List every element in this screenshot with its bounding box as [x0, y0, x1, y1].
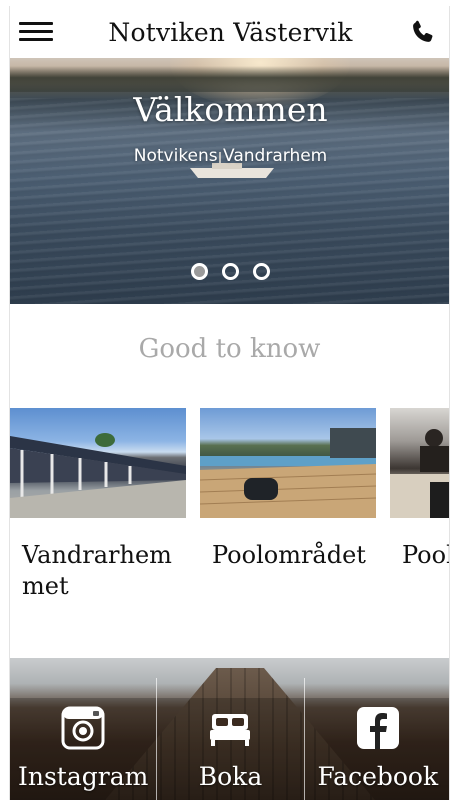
section-title: Good to know — [138, 334, 321, 364]
facebook-icon — [356, 707, 399, 749]
card-image — [390, 408, 449, 518]
card-label: Vandrarhem met — [22, 541, 172, 600]
app-frame: Notviken Västervik Välkommen Notvikens V… — [9, 6, 450, 800]
slider-dot-2[interactable] — [222, 263, 239, 280]
tab-label: Facebook — [317, 762, 439, 791]
card-vandrarhemmet[interactable]: Vandrarhem met — [10, 408, 186, 602]
card-image — [200, 408, 376, 518]
hero-subtitle: Notvikens Vandrarhem — [133, 146, 328, 166]
slider-pagination — [10, 263, 449, 280]
bed-icon — [210, 714, 251, 746]
tab-label: Instagram — [18, 762, 149, 791]
tab-instagram[interactable]: Instagram — [10, 678, 158, 800]
tab-boka[interactable]: Boka — [157, 678, 305, 800]
hostel-building-image — [10, 433, 186, 518]
bottom-tabs: Instagram Boka Facebook — [10, 678, 449, 800]
hero-title: Välkommen — [133, 90, 328, 129]
bottom-bar: Instagram Boka Facebook — [10, 658, 449, 800]
card-image — [10, 408, 186, 518]
pool-bar-image — [390, 429, 449, 518]
card-label: Pool — [402, 541, 450, 569]
slider-dot-1[interactable] — [191, 263, 208, 280]
info-carousel[interactable]: Vandrarhem met Poolområdet Pool — [10, 408, 450, 618]
phone-icon[interactable] — [409, 18, 437, 46]
slider-dot-3[interactable] — [253, 263, 270, 280]
app-header: Notviken Västervik — [10, 6, 449, 58]
app-title: Notviken Västervik — [108, 18, 353, 47]
tab-label: Boka — [198, 762, 263, 791]
hero-treeline — [10, 66, 449, 92]
tab-facebook[interactable]: Facebook — [305, 678, 449, 800]
hero-slider[interactable]: Välkommen Notvikens Vandrarhem — [10, 58, 449, 304]
card-label: Poolområdet — [212, 541, 366, 569]
card-poolomradet[interactable]: Poolområdet — [200, 408, 376, 571]
card-pool[interactable]: Pool — [390, 408, 450, 571]
pool-area-image — [200, 428, 376, 518]
instagram-icon — [61, 706, 105, 750]
